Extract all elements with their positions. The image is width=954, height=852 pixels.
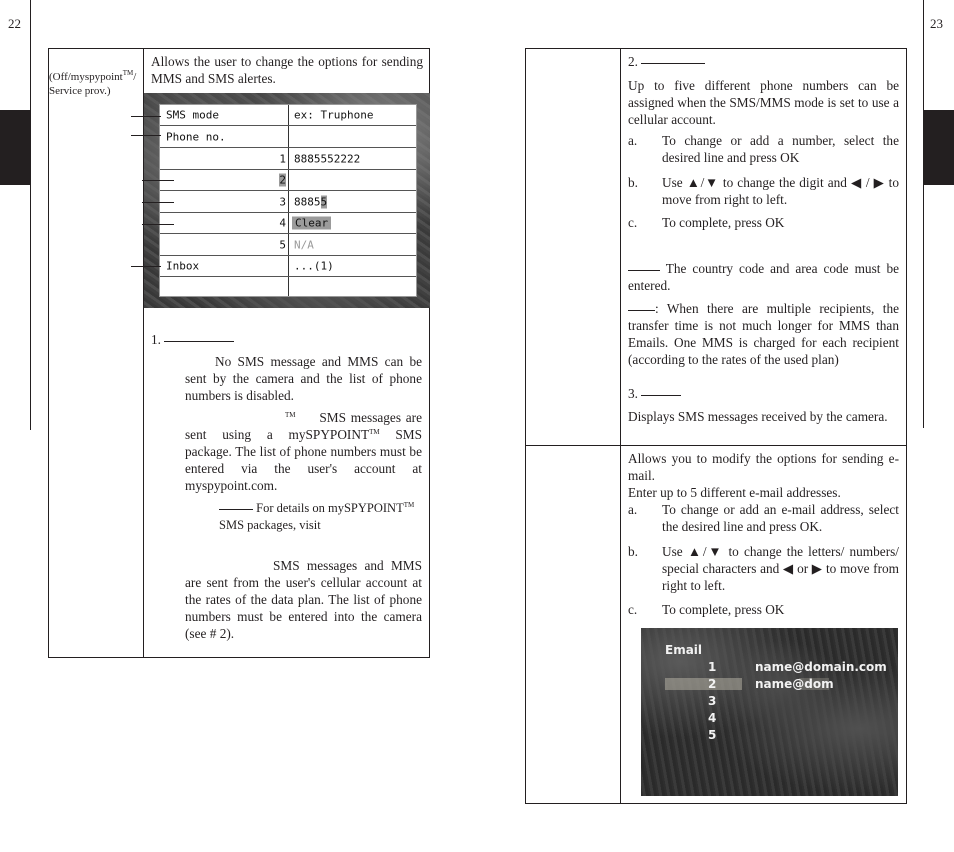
sms-menu-panel: SMS mode ex: Truphone Phone no. 1 888555… — [159, 104, 417, 297]
menu-row-phone-no[interactable]: Phone no. — [160, 126, 416, 148]
email-intro: Allows you to modify the options for sen… — [628, 451, 899, 483]
sms-mode-options-label: (Off/myspypointTM/ Service prov.) — [49, 69, 137, 98]
phone-numbers-intro: Up to five different phone numbers can b… — [628, 78, 899, 127]
email-row-num[interactable]: 3 — [708, 694, 716, 708]
menu-row-phone-3[interactable]: 3 88855 — [160, 191, 416, 213]
edit-cursor: 5 — [320, 195, 328, 208]
email-address-value[interactable]: name@domain.com — [755, 660, 887, 674]
selection-highlight — [665, 678, 742, 690]
callout-line — [142, 180, 174, 181]
step-b: b. Use ▲/▼ to change the digit and ◀ / ▶… — [628, 175, 899, 207]
email-step-a: a. To change or add an e-mail address, s… — [628, 502, 899, 534]
chapter-tab-marker-left — [0, 110, 30, 185]
menu-row-phone-1[interactable]: 1 8885552222 — [160, 148, 416, 170]
myspypoint-note: For details on mySPYPOINTTM SMS packages… — [219, 501, 415, 532]
page-edge-rule-left — [30, 0, 31, 430]
menu-row-sms-mode[interactable]: SMS mode ex: Truphone — [160, 105, 416, 126]
email-row-num[interactable]: 5 — [708, 728, 716, 742]
email-row-num[interactable]: 2 — [708, 677, 716, 691]
callout-line — [142, 224, 174, 225]
inbox-description: Displays SMS messages received by the ca… — [628, 409, 888, 424]
section-2-heading: 2. — [628, 53, 706, 70]
callout-line — [131, 266, 161, 267]
email-step-b: b. Use ▲/▼ to change the letters/ number… — [628, 544, 899, 593]
step-a: a. To change or add a number, select the… — [628, 133, 899, 165]
email-intro-2: Enter up to 5 different e-mail addresses… — [628, 485, 841, 500]
service-provider-description: SMS messages and MMS are sent from the u… — [185, 558, 422, 641]
email-address-value[interactable]: name@dom — [755, 677, 834, 691]
clear-option[interactable]: Clear — [292, 216, 332, 230]
step-c: c. To complete, press OK — [628, 215, 785, 230]
menu-row-phone-5[interactable]: 5 N/A — [160, 234, 416, 256]
email-screen-title: Email — [665, 643, 703, 657]
email-row-num[interactable]: 4 — [708, 711, 716, 725]
callout-line — [142, 202, 174, 203]
menu-row-inbox[interactable]: Inbox ...(1) — [160, 256, 416, 277]
sms-off-description: No SMS message and MMS can be sent by th… — [185, 354, 422, 403]
multiple-recipients-note: : When there are multiple recipients, th… — [628, 301, 899, 367]
sms-menu-screenshot: SMS mode ex: Truphone Phone no. 1 888555… — [144, 93, 430, 308]
phone-email-settings-table: 2. Up to five different phone numbers ca… — [525, 48, 907, 804]
menu-row-phone-2[interactable]: 2 — [160, 170, 416, 191]
row-divider — [526, 445, 906, 446]
email-menu-screenshot: Email 1 name@domain.com 2 name@dom 3 4 5 — [641, 628, 898, 796]
sms-intro-text: Allows the user to change the options fo… — [151, 54, 423, 86]
page-number-left: 22 — [8, 16, 21, 31]
chapter-tab-marker-right — [924, 110, 954, 185]
column-divider — [620, 49, 621, 803]
email-step-c: c. To complete, press OK — [628, 602, 785, 617]
sms-settings-table: (Off/myspypointTM/ Service prov.) Allows… — [48, 48, 430, 658]
callout-line — [131, 135, 161, 136]
section-3-heading: 3. — [628, 385, 682, 402]
page-edge-rule-right — [923, 0, 924, 428]
section-1-heading: 1. — [151, 331, 235, 348]
country-code-note: The country code and area code must be e… — [628, 261, 899, 293]
menu-row-empty — [160, 277, 416, 297]
callout-line — [131, 116, 161, 117]
myspypoint-description: TM SMS messages are sent using a mySPYPO… — [185, 410, 423, 493]
email-row-num[interactable]: 1 — [708, 660, 716, 674]
menu-row-phone-4[interactable]: 4 Clear — [160, 213, 416, 234]
page-number-right: 23 — [930, 16, 943, 31]
